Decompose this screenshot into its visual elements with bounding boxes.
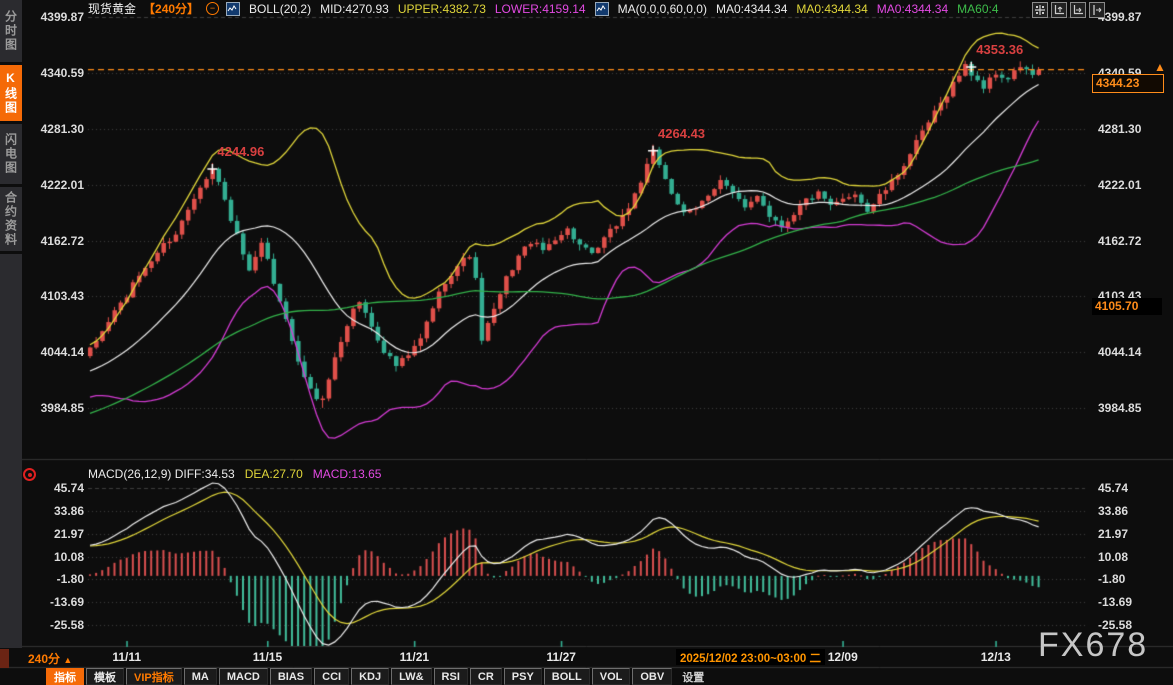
period-selector-label: 240分 (28, 652, 60, 666)
corner-block (0, 649, 9, 668)
indicator-value: MA0:4344.34 (877, 2, 948, 16)
macd-axis-label-right: 10.08 (1098, 550, 1128, 564)
toolbar-button-BIAS[interactable]: BIAS (270, 668, 312, 685)
crosshair-icon[interactable] (1032, 2, 1048, 18)
x-axis-label: 11/15 (239, 650, 295, 664)
x-axis-label: 11/11 (99, 650, 155, 664)
macd-axis-label-right: -1.80 (1098, 572, 1125, 586)
y-axis-label-right: 3984.85 (1098, 401, 1141, 415)
toolbar-button-KDJ[interactable]: KDJ (351, 668, 389, 685)
mini-chart-icon (595, 2, 609, 16)
symbol-name: 现货黄金 (88, 0, 136, 17)
sidebar-tab-1[interactable]: K线图 (0, 65, 22, 124)
zoom-axis-up-icon[interactable] (1051, 2, 1067, 18)
bar-time-tooltip: 2025/12/02 23:00~03:00 二 (676, 649, 825, 665)
price-up-arrow-icon: ▲ (1154, 60, 1166, 74)
y-axis-label-right: 4281.30 (1098, 122, 1141, 136)
y-axis-label-right: 4222.01 (1098, 178, 1141, 192)
toolbar-button-VIP指标[interactable]: VIP指标 (126, 668, 182, 685)
indicator-value: MID:4270.93 (320, 2, 389, 16)
price-high-marker: 4264.43 (658, 126, 705, 141)
x-axis-label: 11/27 (533, 650, 589, 664)
toolbar-button-OBV[interactable]: OBV (632, 668, 672, 685)
indicator-settings-icon[interactable] (23, 468, 36, 481)
price-high-marker: 4353.36 (976, 42, 1023, 57)
indicator-value: LOWER:4159.14 (495, 2, 586, 16)
mini-chart-icon (226, 2, 240, 16)
macd-axis-label-right: -13.69 (1098, 595, 1132, 609)
y-axis-label-right: 4162.72 (1098, 234, 1141, 248)
chart-canvas[interactable] (0, 0, 1173, 685)
period-selector[interactable]: 240分 ▲ (28, 650, 72, 667)
x-axis-label: 12/13 (968, 650, 1024, 664)
chart-app: 分时图K线图闪电图合约资料 现货黄金 【240分】 − BOLL(20,2) MI… (0, 0, 1173, 685)
chart-tool-icons (1032, 2, 1105, 18)
toolbar-button-模板[interactable]: 模板 (86, 668, 124, 685)
period-label: 【240分】 (143, 0, 199, 17)
pan-right-icon[interactable] (1089, 2, 1105, 18)
macd-readout: DEA:27.70 (245, 467, 303, 481)
macd-readout: MACD:13.65 (313, 467, 382, 481)
toolbar-button-LW&[interactable]: LW& (391, 668, 431, 685)
macd-axis-label-right: -25.58 (1098, 618, 1132, 632)
collapse-indicator-icon[interactable]: − (206, 2, 219, 15)
indicator-value: MA60:4 (957, 2, 998, 16)
toolbar-button-VOL[interactable]: VOL (592, 668, 631, 685)
sidebar: 分时图K线图闪电图合约资料 (0, 0, 22, 648)
chart-header: 现货黄金 【240分】 − BOLL(20,2) MID:4270.93 UPPER… (88, 0, 999, 17)
toolbar-button-PSY[interactable]: PSY (504, 668, 542, 685)
indicator-toolbar: 指标模板VIP指标MAMACDBIASCCIKDJLW&RSICRPSYBOLL… (46, 668, 712, 685)
macd-readout: MACD(26,12,9) DIFF:34.53 (88, 467, 235, 481)
secondary-price-tag: 4105.70 (1092, 298, 1162, 315)
toolbar-button-RSI[interactable]: RSI (434, 668, 468, 685)
toolbar-button-CR[interactable]: CR (470, 668, 502, 685)
macd-axis-label-right: 33.86 (1098, 504, 1128, 518)
indicator-value: UPPER:4382.73 (398, 2, 486, 16)
toolbar-button-设置[interactable]: 设置 (674, 668, 712, 685)
indicator-value: MA(0,0,0,60,0,0) (618, 2, 707, 16)
indicator-value: MA0:4344.34 (716, 2, 787, 16)
indicator-readouts: BOLL(20,2) MID:4270.93 UPPER:4382.73 LOWER:… (226, 2, 998, 16)
macd-axis-label-right: 21.97 (1098, 527, 1128, 541)
macd-axis-label-right: 45.74 (1098, 481, 1128, 495)
toolbar-button-MA[interactable]: MA (184, 668, 217, 685)
toolbar-button-MACD[interactable]: MACD (219, 668, 268, 685)
sidebar-tab-3[interactable]: 合约资料 (0, 187, 22, 254)
toolbar-button-CCI[interactable]: CCI (314, 668, 349, 685)
zoom-axis-right-icon[interactable] (1070, 2, 1086, 18)
indicator-value: BOLL(20,2) (249, 2, 311, 16)
toolbar-button-BOLL[interactable]: BOLL (544, 668, 590, 685)
sidebar-tab-0[interactable]: 分时图 (0, 0, 22, 65)
x-axis-label: 11/21 (386, 650, 442, 664)
current-price-tag: 4344.23 (1092, 74, 1164, 93)
price-high-marker: 4244.96 (217, 144, 264, 159)
sidebar-tab-2[interactable]: 闪电图 (0, 124, 22, 187)
toolbar-button-指标[interactable]: 指标 (46, 668, 84, 685)
y-axis-label-right: 4044.14 (1098, 345, 1141, 359)
indicator-value: MA0:4344.34 (796, 2, 867, 16)
macd-header: MACD(26,12,9) DIFF:34.53 DEA:27.70 MACD:13… (88, 467, 381, 481)
chevron-up-icon: ▲ (63, 655, 72, 665)
